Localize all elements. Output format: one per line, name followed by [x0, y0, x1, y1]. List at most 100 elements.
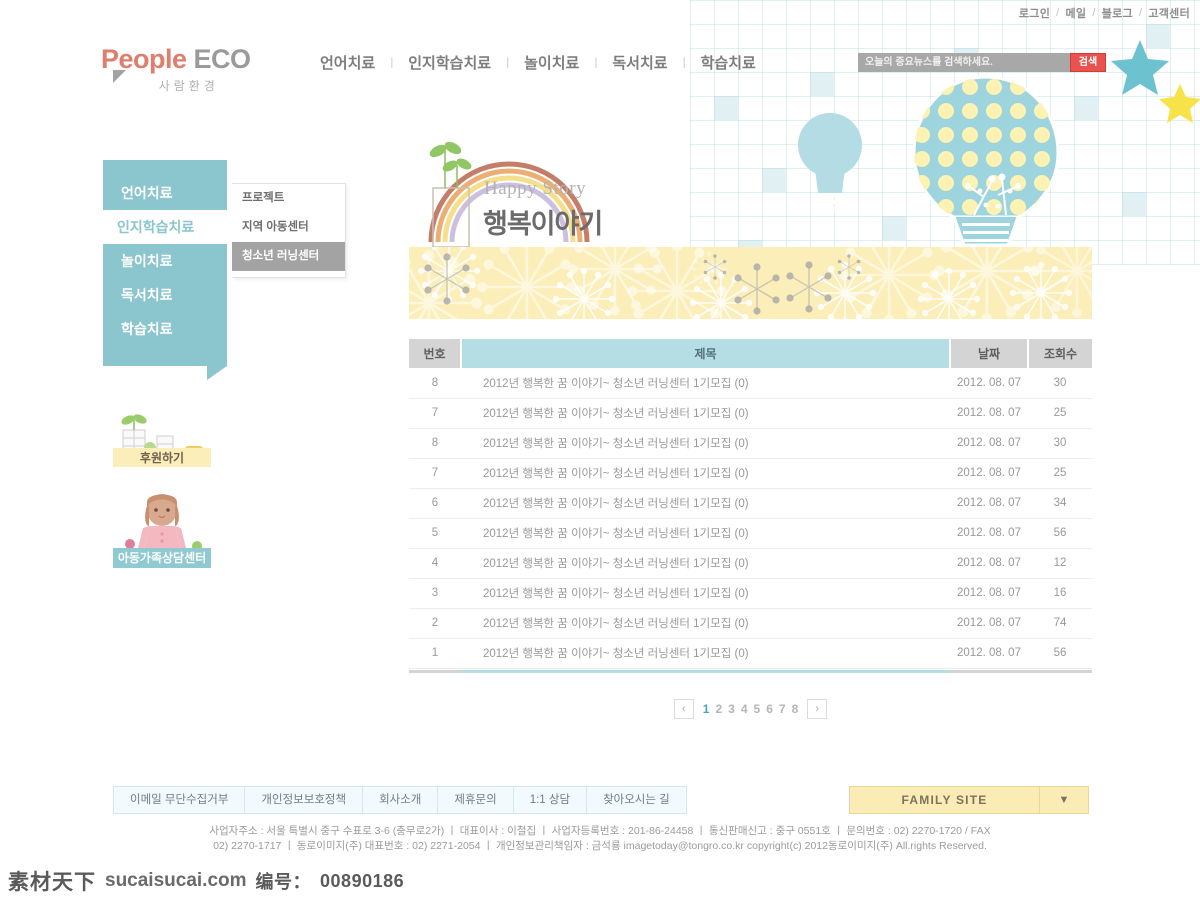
cell-title[interactable]: 2012년 행복한 꿈 이야기~ 청소년 러닝센터 1기모집 (0): [461, 368, 950, 399]
cell-no: 8: [409, 428, 461, 459]
pagination-prev-button[interactable]: ‹: [673, 699, 694, 719]
cell-title[interactable]: 2012년 행복한 꿈 이야기~ 청소년 러닝센터 1기모집 (0): [461, 458, 950, 489]
donate-banner[interactable]: 후원하기: [113, 412, 211, 467]
footer-link-about-us[interactable]: 회사소개: [363, 787, 439, 813]
sidebar-item-play-therapy[interactable]: 놀이치료: [103, 244, 227, 278]
pagination-next-button[interactable]: ›: [807, 699, 828, 719]
submenu-item-youth-learning-center[interactable]: 청소년 러닝센터: [232, 242, 345, 271]
column-header-no[interactable]: 번호: [409, 339, 462, 368]
cell-title[interactable]: 2012년 행복한 꿈 이야기~ 청소년 러닝센터 1기모집 (0): [461, 488, 950, 519]
submenu-item-project[interactable]: 프로젝트: [232, 184, 345, 213]
cell-title[interactable]: 2012년 행복한 꿈 이야기~ 청소년 러닝센터 1기모집 (0): [461, 518, 950, 549]
child-family-counseling-banner[interactable]: 아동가족상담센터: [113, 488, 211, 568]
cell-title[interactable]: 2012년 행복한 꿈 이야기~ 청소년 러닝센터 1기모집 (0): [461, 608, 950, 639]
gnb-divider-2: ㅣ: [502, 56, 514, 70]
family-site-select[interactable]: FAMILY SITE ▼: [849, 786, 1089, 814]
sidebar-item-cognitive-therapy[interactable]: 인지학습치료: [103, 210, 227, 244]
cell-hits: 30: [1028, 428, 1092, 459]
pagination-page-4[interactable]: 4: [741, 702, 748, 716]
cell-hits: 25: [1028, 398, 1092, 429]
cell-hits: 12: [1028, 548, 1092, 579]
topbar-link-login[interactable]: 로그인: [1019, 5, 1050, 21]
table-row[interactable]: 1 2012년 행복한 꿈 이야기~ 청소년 러닝센터 1기모집 (0) 201…: [409, 638, 1092, 669]
column-header-hits[interactable]: 조회수: [1028, 339, 1092, 368]
gnb-divider-1: ㅣ: [386, 56, 398, 70]
cell-no: 2: [409, 608, 461, 639]
footer-link-bar: 이메일 무단수집거부 개인정보보호정책 회사소개 제휴문의 1:1 상담 찾아오…: [113, 786, 687, 814]
pagination-page-8[interactable]: 8: [792, 702, 799, 716]
gnb-divider-3: ㅣ: [590, 56, 602, 70]
table-row[interactable]: 5 2012년 행복한 꿈 이야기~ 청소년 러닝센터 1기모집 (0) 201…: [409, 518, 1092, 549]
sidebar-item-learning-therapy[interactable]: 학습치료: [103, 312, 227, 346]
cell-date: 2012. 08. 07: [950, 428, 1028, 459]
footer-link-privacy-policy[interactable]: 개인정보보호정책: [245, 787, 364, 813]
cell-title[interactable]: 2012년 행복한 꿈 이야기~ 청소년 러닝센터 1기모집 (0): [461, 398, 950, 429]
page-header: Happy Story 행복이야기: [409, 110, 1092, 247]
cell-hits: 16: [1028, 578, 1092, 609]
topbar-link-mail[interactable]: 메일: [1065, 5, 1086, 21]
footer-bar-date: [950, 668, 1028, 675]
logo-tagline: 사람환경: [158, 79, 219, 93]
table-row[interactable]: 6 2012년 행복한 꿈 이야기~ 청소년 러닝센터 1기모집 (0) 201…: [409, 488, 1092, 519]
cell-hits: 74: [1028, 608, 1092, 639]
column-header-date[interactable]: 날짜: [950, 339, 1029, 368]
page-title-english: Happy Story: [484, 178, 587, 199]
board-table: 번호 제목 날짜 조회수 8 2012년 행복한 꿈 이야기~ 청소년 러닝센터…: [409, 339, 1092, 675]
cell-date: 2012. 08. 07: [950, 638, 1028, 669]
page-title-korean: 행복이야기: [483, 209, 603, 239]
cell-date: 2012. 08. 07: [950, 578, 1028, 609]
chevron-down-icon[interactable]: ▼: [1040, 787, 1088, 813]
logo-wordmark: People ECO: [101, 46, 251, 73]
table-row[interactable]: 8 2012년 행복한 꿈 이야기~ 청소년 러닝센터 1기모집 (0) 201…: [409, 428, 1092, 459]
column-header-title[interactable]: 제목: [461, 339, 951, 368]
footer-bar-no: [409, 668, 461, 675]
table-row[interactable]: 4 2012년 행복한 꿈 이야기~ 청소년 러닝센터 1기모집 (0) 201…: [409, 548, 1092, 579]
pagination-page-2[interactable]: 2: [715, 702, 722, 716]
cell-title[interactable]: 2012년 행복한 꿈 이야기~ 청소년 러닝센터 1기모집 (0): [461, 638, 950, 669]
gnb-item-learning-therapy[interactable]: 학습치료: [701, 52, 756, 73]
board-header-row: 번호 제목 날짜 조회수: [409, 339, 1092, 368]
cell-date: 2012. 08. 07: [950, 368, 1028, 399]
table-row[interactable]: 3 2012년 행복한 꿈 이야기~ 청소년 러닝센터 1기모집 (0) 201…: [409, 578, 1092, 609]
main-content: Happy Story 행복이야기 번호 제목 날짜 조회수 8 2012년 행…: [409, 110, 1092, 719]
pagination-page-3[interactable]: 3: [728, 702, 735, 716]
submenu-item-local-child-center[interactable]: 지역 아동센터: [232, 213, 345, 242]
cell-hits: 34: [1028, 488, 1092, 519]
family-site-label[interactable]: FAMILY SITE: [850, 787, 1040, 813]
footer-link-partnership[interactable]: 제휴문의: [438, 787, 514, 813]
pagination-page-7[interactable]: 7: [779, 702, 786, 716]
table-row[interactable]: 8 2012년 행복한 꿈 이야기~ 청소년 러닝센터 1기모집 (0) 201…: [409, 368, 1092, 399]
gnb-item-reading-therapy[interactable]: 독서치료: [612, 52, 667, 73]
pagination-page-5[interactable]: 5: [754, 702, 761, 716]
table-row[interactable]: 2 2012년 행복한 꿈 이야기~ 청소년 러닝센터 1기모집 (0) 201…: [409, 608, 1092, 639]
cell-title[interactable]: 2012년 행복한 꿈 이야기~ 청소년 러닝센터 1기모집 (0): [461, 428, 950, 459]
footer-link-email-reject[interactable]: 이메일 무단수집거부: [114, 787, 246, 813]
donate-banner-label: 후원하기: [139, 451, 185, 465]
gnb-item-cognitive-therapy[interactable]: 인지학습치료: [408, 52, 491, 73]
pagination: ‹ 1 2 3 4 5 6 7 8 ›: [409, 699, 1092, 719]
pagination-numbers: 1 2 3 4 5 6 7 8: [703, 702, 799, 716]
search-input[interactable]: [858, 53, 1070, 72]
table-row[interactable]: 7 2012년 행복한 꿈 이야기~ 청소년 러닝센터 1기모집 (0) 201…: [409, 458, 1092, 489]
cell-title[interactable]: 2012년 행복한 꿈 이야기~ 청소년 러닝센터 1기모집 (0): [461, 548, 950, 579]
topbar-link-customer-center[interactable]: 고객센터: [1148, 5, 1190, 21]
topbar-link-blog[interactable]: 블로그: [1102, 5, 1133, 21]
watermark-label: 编号：: [255, 872, 312, 892]
footer-link-directions[interactable]: 찾아오시는 길: [587, 787, 686, 813]
cell-date: 2012. 08. 07: [950, 608, 1028, 639]
watermark-number: 00890186: [320, 870, 405, 891]
search-button[interactable]: 검색: [1070, 53, 1106, 72]
footer-link-one-to-one[interactable]: 1:1 상담: [513, 787, 588, 813]
table-row[interactable]: 7 2012년 행복한 꿈 이야기~ 청소년 러닝센터 1기모집 (0) 201…: [409, 398, 1092, 429]
board-table-foot: [409, 668, 1092, 675]
sidebar-item-reading-therapy[interactable]: 독서치료: [103, 278, 227, 312]
pagination-page-6[interactable]: 6: [766, 702, 773, 716]
cell-title[interactable]: 2012년 행복한 꿈 이야기~ 청소년 러닝센터 1기모집 (0): [461, 578, 950, 609]
gnb-item-play-therapy[interactable]: 놀이치료: [524, 52, 579, 73]
cell-no: 8: [409, 368, 461, 399]
pagination-page-1[interactable]: 1: [703, 702, 710, 716]
gnb-item-speech-therapy[interactable]: 언어치료: [320, 52, 375, 73]
site-logo[interactable]: People ECO 사람환경: [101, 46, 251, 94]
watermark-site-url: sucaisucai.com: [105, 870, 247, 891]
sidebar-item-speech-therapy[interactable]: 언어치료: [103, 176, 227, 210]
